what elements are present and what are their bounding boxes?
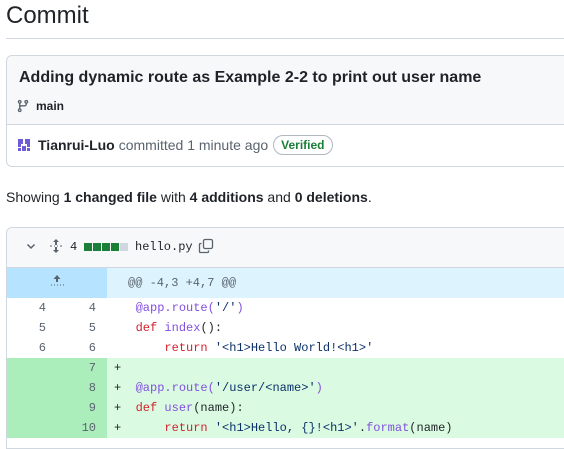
- code-line: def index():: [114, 318, 564, 338]
- commit-message: Adding dynamic route as Example 2-2 to p…: [19, 69, 482, 86]
- diffstat-block: [102, 243, 110, 251]
- diff-line-added: 9 + def user(name):: [7, 398, 564, 418]
- verified-badge[interactable]: Verified: [273, 135, 333, 155]
- code-token: user: [164, 401, 194, 415]
- diff-sign: +: [114, 381, 136, 395]
- code-line: + @app.route('/user/<name>'): [114, 378, 564, 398]
- commit-time: committed 1 minute ago: [118, 137, 269, 153]
- code-token: def: [135, 401, 158, 415]
- expand-up-button[interactable]: [7, 268, 107, 298]
- code-token: '/': [214, 301, 237, 315]
- hunk-header: @@ -4,3 +4,7 @@: [128, 276, 237, 290]
- page-title: Commit: [6, 2, 89, 29]
- new-line-number[interactable]: 8: [57, 378, 107, 398]
- file-header: 4 hello.py: [7, 228, 564, 268]
- file-name[interactable]: hello.py: [135, 240, 193, 254]
- copy-path-button[interactable]: [198, 238, 214, 254]
- old-line-number[interactable]: 6: [7, 338, 57, 358]
- code-token: '<h1>Hello World!<h1>': [214, 341, 374, 355]
- old-line-number[interactable]: 4: [7, 298, 57, 318]
- diff-sign: [114, 301, 136, 315]
- code-line: return '<h1>Hello World!<h1>': [114, 338, 564, 358]
- title-divider: [6, 38, 564, 39]
- branch-indicator[interactable]: main: [16, 98, 64, 114]
- new-line-number[interactable]: 10: [57, 418, 107, 438]
- code-token: return: [164, 341, 208, 355]
- new-line-number[interactable]: 7: [57, 358, 107, 378]
- code-token: index: [164, 321, 201, 335]
- commit-header: Adding dynamic route as Example 2-2 to p…: [7, 56, 564, 125]
- hunk-header-row: @@ -4,3 +4,7 @@: [7, 268, 564, 298]
- code-token: ): [236, 301, 244, 315]
- diff-sign: [114, 341, 136, 355]
- code-token: @app.route(: [135, 301, 215, 315]
- code-token: (name):: [193, 401, 244, 415]
- code-token: (name): [409, 421, 453, 435]
- author-name[interactable]: Tianrui-Luo: [38, 137, 115, 153]
- file-diff: 4 hello.py @@ -4,3 +4,7 @@ 44 @app.route…: [6, 227, 564, 449]
- change-count: 4: [70, 240, 78, 254]
- old-line-number[interactable]: [7, 358, 57, 378]
- code-token: '/user/<name>': [214, 381, 316, 395]
- code-line: +: [114, 358, 564, 378]
- diff-line-added: 10 + return '<h1>Hello, {}!<h1>'.format(n…: [7, 418, 564, 438]
- diff-summary: Showing 1 changed file with 4 additions …: [6, 189, 372, 205]
- git-branch-icon: [17, 99, 29, 113]
- code-token: .: [358, 421, 367, 435]
- collapse-toggle[interactable]: [25, 240, 37, 252]
- new-line-number[interactable]: 9: [57, 398, 107, 418]
- diff-sign: +: [114, 361, 136, 375]
- diffstat-block: [93, 243, 101, 251]
- code-line: @app.route('/'): [114, 298, 564, 318]
- code-line: + def user(name):: [114, 398, 564, 418]
- commit-box: Adding dynamic route as Example 2-2 to p…: [6, 55, 564, 167]
- old-line-number[interactable]: [7, 418, 57, 438]
- diff-line-added: 7 +: [7, 358, 564, 378]
- code-token: @app.route(: [135, 381, 215, 395]
- code-token: def: [135, 321, 158, 335]
- expand-all-button[interactable]: [49, 238, 63, 254]
- old-line-number[interactable]: [7, 378, 57, 398]
- new-line-number[interactable]: 6: [57, 338, 107, 358]
- diff-sign: +: [114, 401, 136, 415]
- diff-line-context: 55 def index():: [7, 318, 564, 338]
- code-token: return: [164, 421, 208, 435]
- diffstat-block: [111, 243, 119, 251]
- diffstat-block: [120, 243, 128, 251]
- new-line-number[interactable]: 5: [57, 318, 107, 338]
- chevron-down-icon: [26, 243, 36, 250]
- code-token: '<h1>Hello, {}!<h1>': [214, 421, 359, 435]
- avatar[interactable]: [15, 136, 33, 154]
- diffstat-block: [84, 243, 92, 251]
- diffstat-bar: [84, 243, 128, 251]
- code-line: + return '<h1>Hello, {}!<h1>'.format(nam…: [114, 418, 564, 438]
- unfold-icon: [50, 239, 62, 253]
- branch-name: main: [36, 99, 65, 113]
- copy-icon: [198, 238, 214, 254]
- code-token: ():: [200, 321, 223, 335]
- code-token: ): [315, 381, 323, 395]
- code-token: format: [366, 421, 410, 435]
- diff-line-context: 66 return '<h1>Hello World!<h1>': [7, 338, 564, 358]
- new-line-number[interactable]: 4: [57, 298, 107, 318]
- old-line-number[interactable]: [7, 398, 57, 418]
- diff-sign: [114, 321, 136, 335]
- old-line-number[interactable]: 5: [7, 318, 57, 338]
- author-row: Tianrui-Luo committed 1 minute ago Verif…: [15, 135, 333, 155]
- diff-sign: +: [114, 421, 136, 435]
- diff-line-added: 8 + @app.route('/user/<name>'): [7, 378, 564, 398]
- diff-line-context: 44 @app.route('/'): [7, 298, 564, 318]
- expand-up-icon: [51, 275, 64, 286]
